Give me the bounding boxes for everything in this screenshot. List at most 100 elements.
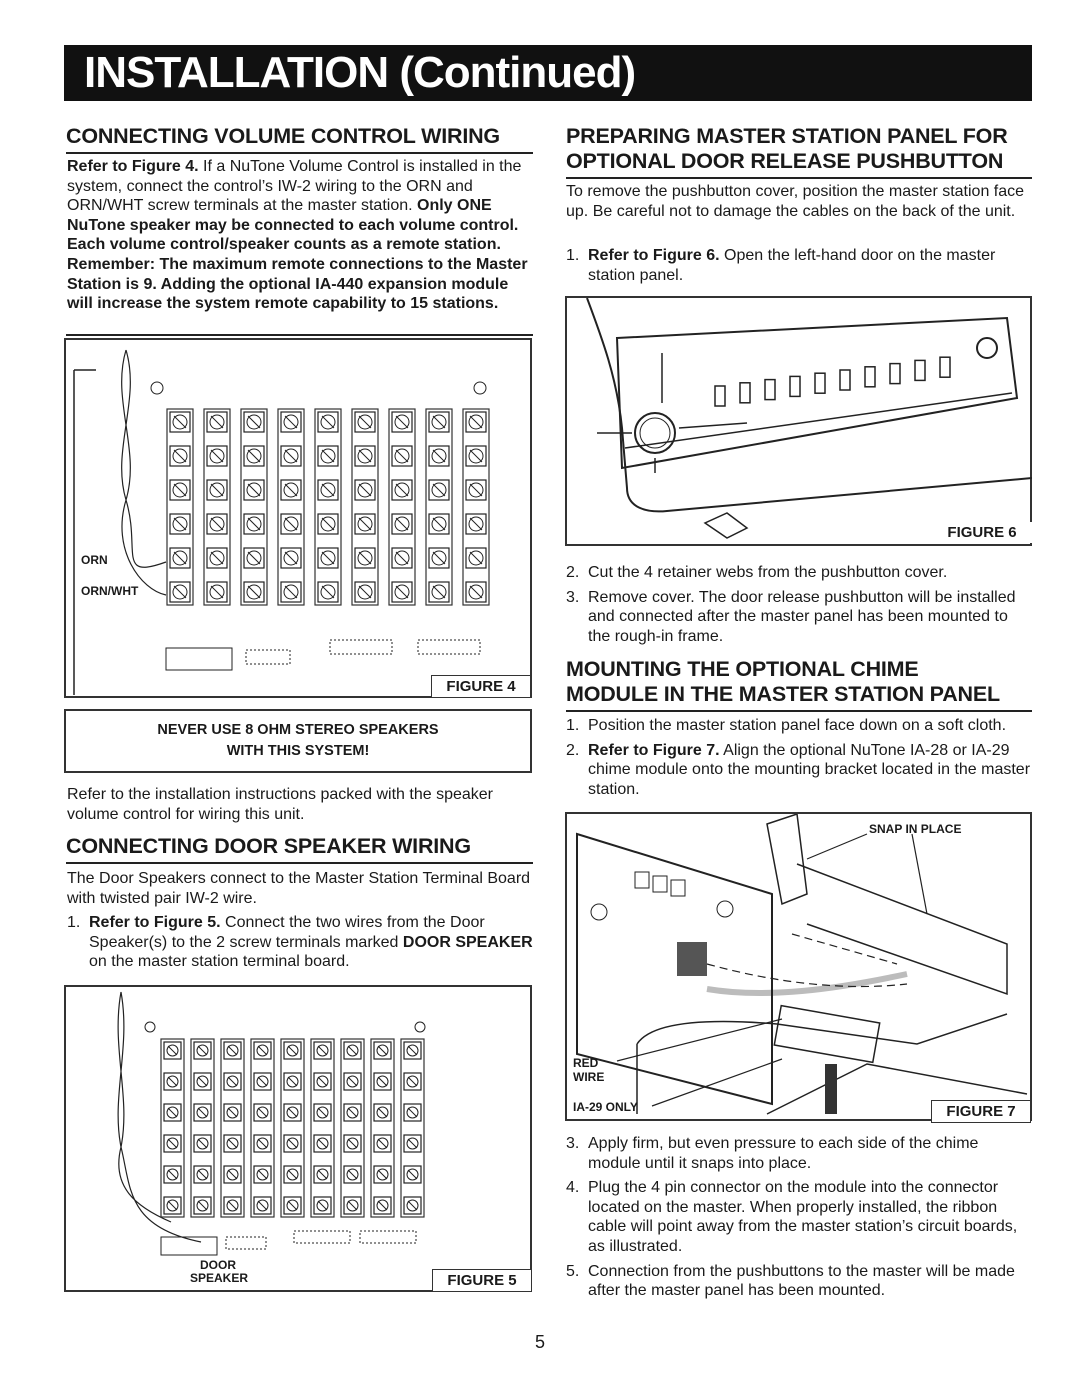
pushbutton [864,366,876,388]
pushbutton [739,382,751,404]
chime-step-3: 3. Apply firm, but even pressure to each… [566,1134,1032,1173]
door-paragraph: The Door Speakers connect to the Master … [67,870,531,907]
heading-line: PREPARING MASTER STATION PANEL FOR [566,124,1008,148]
ref-bold: Refer to Figure 6. [588,247,720,264]
pushbutton [889,362,901,385]
step-text: Cut the 4 retainer webs from the pushbut… [588,564,948,581]
connector [329,639,393,655]
step-number: 1. [566,247,580,264]
red-label: RED [573,1056,599,1070]
terminal-strip [240,408,268,606]
prep-step-2: 2. Cut the 4 retainer webs from the pushb… [566,563,1032,583]
prep-paragraph: To remove the pushbutton cover, position… [566,183,1025,220]
ia-29-only-label: IA-29 ONLY [573,1100,638,1114]
terminal-strip [277,408,305,606]
divider [66,334,533,336]
door-step-1: 1. Refer to Figure 5. Connect the two wir… [67,913,533,972]
connector [417,639,481,655]
terminal-strip [400,1038,425,1218]
twisted-wire [121,349,167,596]
step-number: 2. [566,564,580,581]
warning-line-2: WITH THIS SYSTEM! [226,743,370,759]
chime-steps-b: 3. Apply firm, but even pressure to each… [566,1134,1032,1306]
twisted-wire [117,991,202,1243]
door-speaker-bold: DOOR SPEAKER [402,933,533,951]
terminal-strip [310,1038,335,1218]
volume-paragraph: Refer to Figure 4. If a NuTone Volume Co… [67,157,533,314]
prep-step-1: 1. Refer to Figure 6. Open the left-hand … [566,246,1032,285]
pushbutton [764,378,776,401]
terminal-block [165,647,233,671]
chime-step-2: 2. Refer to Figure 7. Align the optional … [566,741,1032,800]
step-number: 2. [566,741,580,759]
chime-module-diagram [576,814,1028,1115]
terminal-strip [250,1038,275,1218]
figure-7: SNAP IN PLACE RED WIRE IA-29 ONLY FIGURE… [565,812,1032,1123]
connector [293,1230,351,1244]
figure-7-label: FIGURE 7 [931,1100,1031,1123]
terminal-strip [280,1038,305,1218]
mount-screw-icon [473,381,487,395]
terminal-strip [370,1038,395,1218]
terminal-strip [220,1038,245,1218]
orn-wht-label: ORN/WHT [81,584,139,598]
master-station-panel-diagram [586,298,1032,539]
step-number: 3. [566,588,580,606]
figure-6: FIGURE 6 [565,296,1032,546]
volume-heading: CONNECTING VOLUME CONTROL WIRING [66,124,533,154]
mount-screw-icon [150,381,164,395]
panel-edge [73,369,96,695]
step-number: 3. [566,1135,580,1152]
warning-line-1: NEVER USE 8 OHM STEREO SPEAKERS [157,722,439,738]
connector [359,1230,417,1244]
door-label: DOOR [200,1258,236,1272]
heading-line: MODULE IN THE MASTER STATION PANEL [566,682,1000,706]
ref-bold: Refer to Figure 4. [67,158,199,175]
warning-bold-text: Only ONE NuTone speaker may be connected… [67,197,528,313]
terminal-strip [314,408,342,606]
chime-step-4: 4. Plug the 4 pin connector on the module… [566,1178,1032,1256]
step-number: 1. [67,914,81,931]
chime-step-5: 5. Connection from the pushbuttons to the… [566,1262,1032,1301]
heading-line: OPTIONAL DOOR RELEASE PUSHBUTTON [566,149,1004,173]
orn-label: ORN [81,553,108,567]
terminal-board-diagram [117,991,426,1256]
terminal-strip [388,408,416,606]
terminal-strip [425,408,453,606]
connector [245,649,291,665]
ref-bold: Refer to Figure 5. [89,914,221,931]
pushbutton [939,356,951,378]
step-text: on the master station terminal board. [89,953,350,971]
prep-steps-a: 1. Refer to Figure 6. Open the left-hand … [566,246,1032,290]
connector [225,1236,267,1250]
chime-step-1: 1. Position the master station panel face… [566,716,1032,736]
terminal-strip [166,408,194,606]
heading-line: MOUNTING THE OPTIONAL CHIME [566,657,919,681]
prep-step-3: 3. Remove cover. The door release pushbut… [566,588,1032,647]
pushbutton [714,385,726,407]
door-steps: 1. Refer to Figure 5. Connect the two wir… [67,913,533,977]
chime-steps-a: 1. Position the master station panel face… [566,716,1032,804]
snap-in-place-label: SNAP IN PLACE [869,822,962,836]
figure-4-label: FIGURE 4 [431,675,531,698]
pushbutton [814,372,826,394]
speaker-label: SPEAKER [190,1271,249,1285]
refer-paragraph: Refer to the installation instructions p… [67,786,494,823]
pushbutton [839,369,851,391]
step-text: Connection from the pushbuttons to the m… [588,1262,1015,1300]
terminal-board-diagram [73,349,490,695]
step-text: Apply firm, but even pressure to each si… [588,1135,979,1172]
terminal-strip [351,408,379,606]
step-number: 4. [566,1179,580,1197]
mount-screw-icon [414,1021,426,1033]
mount-screw-icon [144,1021,156,1033]
step-text: Remove cover. The door release pushbutto… [588,588,1016,645]
pushbutton [914,359,926,382]
step-text: Position the master station panel face d… [588,717,1007,734]
prep-heading: PREPARING MASTER STATION PANEL FOR OPTIO… [566,124,1032,179]
step-number: 5. [566,1262,580,1280]
door-heading: CONNECTING DOOR SPEAKER WIRING [66,834,533,864]
pushbutton [789,375,801,398]
terminal-strip [340,1038,365,1218]
figure-5-label: FIGURE 5 [432,1269,532,1292]
